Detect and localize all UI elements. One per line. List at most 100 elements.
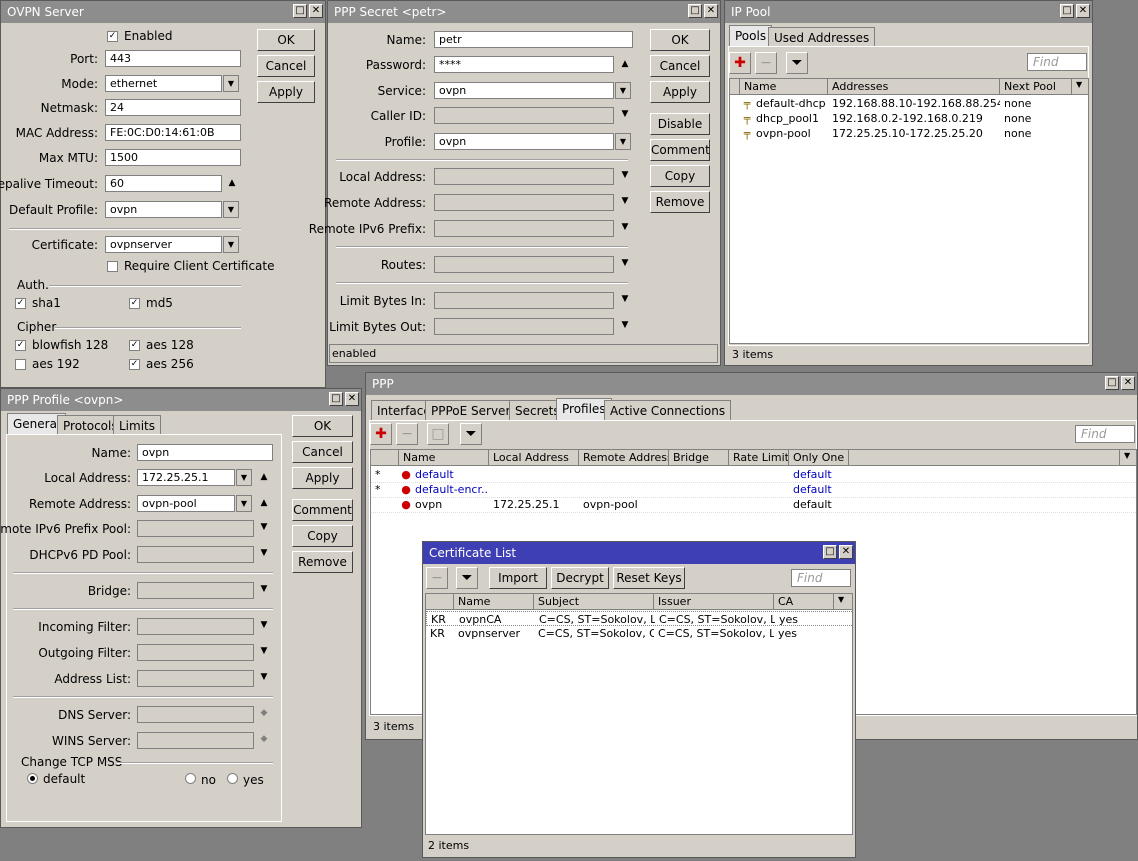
comment-button[interactable]: Comment xyxy=(650,139,710,161)
remote-address-field[interactable]: ovpn-pool xyxy=(137,495,235,512)
close-icon[interactable]: ✕ xyxy=(839,545,853,559)
close-icon[interactable]: ✕ xyxy=(345,392,359,406)
mss-no-radio[interactable] xyxy=(185,773,196,784)
bridge-field[interactable] xyxy=(137,582,254,599)
column-header-local-address[interactable]: Local Address xyxy=(489,450,579,466)
minimize-icon[interactable]: □ xyxy=(688,4,702,18)
close-icon[interactable]: ✕ xyxy=(704,4,718,18)
spinner-icon[interactable]: ◆ xyxy=(258,734,270,744)
filter-icon[interactable]: ⏷ xyxy=(460,423,482,445)
chevron-down-icon[interactable]: ▼ xyxy=(615,82,631,99)
filter-icon[interactable]: ⏷ xyxy=(456,567,478,589)
chevron-down-icon[interactable]: ▼ xyxy=(223,201,239,218)
chevron-up-icon[interactable]: ▲ xyxy=(258,472,270,482)
table-row[interactable]: KR ovpnserver C=CS, ST=Sokolov, O... C=CS, … xyxy=(426,626,852,641)
chevron-down-icon[interactable]: ▼ xyxy=(258,620,270,630)
table-row[interactable]: * ● default default xyxy=(371,467,1136,483)
chevron-down-icon[interactable]: ▼ xyxy=(1072,79,1088,95)
dhcpv6-pd-pool-field[interactable] xyxy=(137,546,254,563)
chevron-down-icon[interactable]: ▼ xyxy=(619,170,631,180)
close-icon[interactable]: ✕ xyxy=(309,4,323,18)
aes192-checkbox[interactable] xyxy=(15,359,26,370)
port-field[interactable]: 443 xyxy=(105,50,241,67)
limit-in-field[interactable] xyxy=(434,292,614,309)
enabled-checkbox[interactable]: ✓ xyxy=(107,31,118,42)
remove-icon[interactable]: − xyxy=(396,423,418,445)
close-icon[interactable]: ✕ xyxy=(1121,376,1135,390)
copy-button[interactable]: Copy xyxy=(650,165,710,187)
blowfish-checkbox[interactable]: ✓ xyxy=(15,340,26,351)
remote-address-field[interactable] xyxy=(434,194,614,211)
column-header-rate-limit[interactable]: Rate Limit... xyxy=(729,450,789,466)
keepalive-field[interactable]: 60 xyxy=(105,175,222,192)
spinner-icon[interactable]: ◆ xyxy=(258,708,270,718)
minimize-icon[interactable]: □ xyxy=(293,4,307,18)
local-address-field[interactable]: 172.25.25.1 xyxy=(137,469,235,486)
chevron-down-icon[interactable]: ▼ xyxy=(834,594,852,610)
close-icon[interactable]: ✕ xyxy=(1076,4,1090,18)
chevron-down-icon[interactable]: ▼ xyxy=(619,222,631,232)
mtu-field[interactable]: 1500 xyxy=(105,149,241,166)
ok-button[interactable]: OK xyxy=(292,415,353,437)
ip-pool-titlebar[interactable]: IP Pool □ ✕ xyxy=(725,1,1092,23)
minimize-icon[interactable]: □ xyxy=(823,545,837,559)
sha1-checkbox[interactable]: ✓ xyxy=(15,298,26,309)
chevron-down-icon[interactable]: ▼ xyxy=(619,258,631,268)
comment-button[interactable]: Comment xyxy=(292,499,353,521)
chevron-down-icon[interactable]: ▼ xyxy=(258,522,270,532)
ovpn-server-titlebar[interactable]: OVPN Server □ ✕ xyxy=(1,1,325,23)
chevron-up-icon[interactable]: ▲ xyxy=(619,59,631,69)
chevron-down-icon[interactable]: ▼ xyxy=(258,548,270,558)
add-icon[interactable]: ✚ xyxy=(370,423,392,445)
reset-keys-button[interactable]: Reset Keys xyxy=(613,567,685,589)
ok-button[interactable]: OK xyxy=(650,29,710,51)
dns-server-field[interactable] xyxy=(137,706,254,723)
chevron-down-icon[interactable]: ▼ xyxy=(223,75,239,92)
table-row[interactable]: ╤ dhcp_pool1 192.168.0.2-192.168.0.219 none xyxy=(730,111,1088,126)
chevron-down-icon[interactable]: ▼ xyxy=(236,469,252,486)
remove-button[interactable]: Remove xyxy=(650,191,710,213)
disable-button[interactable]: Disable xyxy=(650,113,710,135)
column-header-blank[interactable] xyxy=(371,450,399,466)
apply-button[interactable]: Apply xyxy=(292,467,353,489)
chevron-down-icon[interactable]: ▼ xyxy=(258,646,270,656)
column-header-next-pool[interactable]: Next Pool xyxy=(1000,79,1072,95)
import-button[interactable]: Import xyxy=(489,567,547,589)
service-select[interactable]: ovpn xyxy=(434,82,614,99)
add-icon[interactable]: ✚ xyxy=(729,52,751,74)
wins-server-field[interactable] xyxy=(137,732,254,749)
chevron-down-icon[interactable]: ▼ xyxy=(258,584,270,594)
remote-ipv6-pool-field[interactable] xyxy=(137,520,254,537)
minimize-icon[interactable]: □ xyxy=(1105,376,1119,390)
address-list-field[interactable] xyxy=(137,670,254,687)
incoming-filter-field[interactable] xyxy=(137,618,254,635)
find-input[interactable]: Find xyxy=(1075,425,1135,443)
mss-default-radio[interactable] xyxy=(27,773,38,784)
password-field[interactable]: **** xyxy=(434,56,614,73)
column-header-addresses[interactable]: Addresses xyxy=(828,79,1000,95)
ppp-titlebar[interactable]: PPP □ ✕ xyxy=(366,373,1137,395)
apply-button[interactable]: Apply xyxy=(257,81,315,103)
column-header-name[interactable]: Name xyxy=(740,79,828,95)
chevron-down-icon[interactable]: ▼ xyxy=(1120,450,1136,466)
chevron-down-icon[interactable]: ▼ xyxy=(615,133,631,150)
tab-pppoe-servers[interactable]: PPPoE Servers xyxy=(425,400,523,420)
chevron-down-icon[interactable]: ▼ xyxy=(258,672,270,682)
table-row[interactable]: ╤ default-dhcp 192.168.88.10-192.168.88.25… xyxy=(730,96,1088,111)
minimize-icon[interactable]: □ xyxy=(329,392,343,406)
routes-field[interactable] xyxy=(434,256,614,273)
copy-button[interactable]: Copy xyxy=(292,525,353,547)
tab-limits[interactable]: Limits xyxy=(113,415,161,435)
column-header-flags[interactable] xyxy=(426,594,454,610)
outgoing-filter-field[interactable] xyxy=(137,644,254,661)
cancel-button[interactable]: Cancel xyxy=(292,441,353,463)
ppp-profile-titlebar[interactable]: PPP Profile <ovpn> □ ✕ xyxy=(1,389,361,411)
remove-icon[interactable]: − xyxy=(426,567,448,589)
find-input[interactable]: Find xyxy=(1027,53,1087,71)
apply-button[interactable]: Apply xyxy=(650,81,710,103)
name-field[interactable]: petr xyxy=(434,31,633,48)
ok-button[interactable]: OK xyxy=(257,29,315,51)
netmask-field[interactable]: 24 xyxy=(105,99,241,116)
cancel-button[interactable]: Cancel xyxy=(257,55,315,77)
mss-yes-radio[interactable] xyxy=(227,773,238,784)
